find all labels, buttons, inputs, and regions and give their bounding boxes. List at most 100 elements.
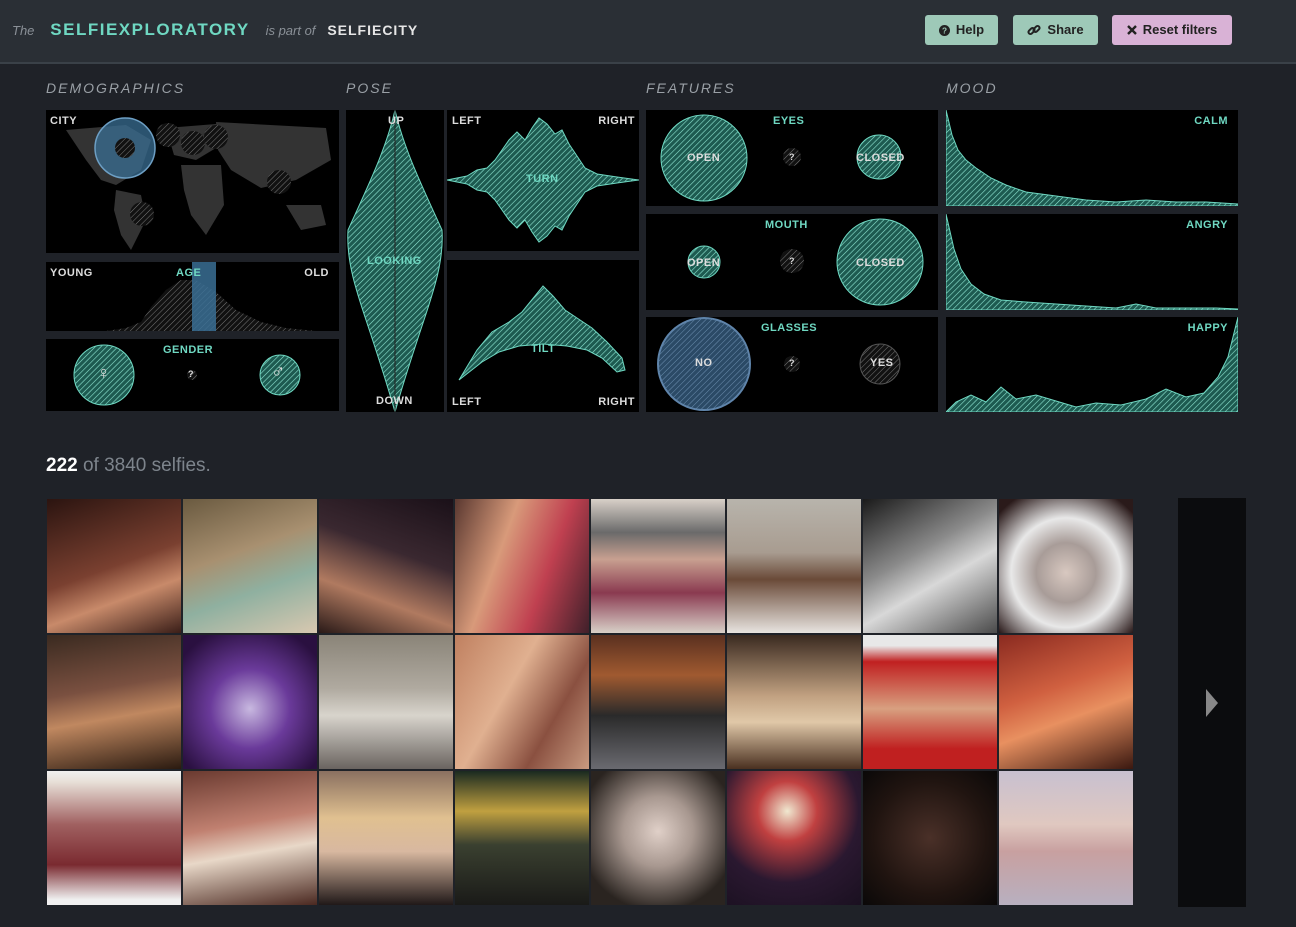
city-filter[interactable]: CITY [46, 110, 339, 253]
eyes-unknown-label: ? [789, 152, 795, 162]
help-button[interactable]: ? Help [925, 15, 998, 45]
happy-filter[interactable]: HAPPY [946, 317, 1238, 412]
eyes-open-label: OPEN [687, 152, 721, 164]
brand: The SELFIEXPLORATORY is part of SELFIECI… [12, 20, 418, 40]
selfie-thumbnail[interactable] [998, 770, 1134, 906]
selfie-thumbnail[interactable] [182, 634, 318, 770]
selfie-thumbnail[interactable] [590, 770, 726, 906]
gender-title: GENDER [163, 344, 214, 356]
age-old-label: OLD [304, 267, 329, 279]
female-symbol: ♀ [97, 363, 111, 383]
city-bubble[interactable] [115, 138, 135, 158]
parent-name-link[interactable]: SELFIECITY [327, 22, 418, 38]
city-label: CITY [50, 115, 78, 127]
age-young-label: YOUNG [50, 267, 93, 279]
city-bubble[interactable] [156, 123, 180, 147]
tilt-title: TILT [531, 343, 556, 355]
chevron-right-icon [1206, 688, 1218, 717]
angry-filter[interactable]: ANGRY [946, 214, 1238, 310]
age-title: AGE [176, 267, 202, 279]
city-bubble[interactable] [204, 125, 228, 149]
selfie-thumbnail[interactable] [454, 634, 590, 770]
glasses-unknown-label: ? [789, 358, 795, 368]
turn-right-label: RIGHT [598, 115, 635, 127]
selfie-thumbnail[interactable] [998, 634, 1134, 770]
question-circle-icon: ? [938, 24, 950, 36]
city-bubble[interactable] [267, 170, 291, 194]
result-count: 222 of 3840 selfies. [46, 455, 211, 477]
result-total: of 3840 selfies. [82, 455, 211, 476]
top-bar: The SELFIEXPLORATORY is part of SELFIECI… [0, 0, 1296, 64]
app-name[interactable]: SELFIEXPLORATORY [50, 20, 249, 39]
tilt-distribution [458, 285, 626, 381]
happy-title: HAPPY [1187, 322, 1228, 334]
brand-the: The [12, 23, 35, 38]
glasses-no-label: NO [695, 357, 713, 369]
angry-title: ANGRY [1186, 219, 1228, 231]
section-pose: POSE [346, 80, 393, 96]
calm-title: CALM [1194, 115, 1228, 127]
selfie-thumbnail[interactable] [46, 770, 182, 906]
turn-filter[interactable]: LEFT TURN RIGHT [447, 110, 639, 251]
mouth-closed-label: CLOSED [856, 257, 905, 269]
selfie-thumbnail[interactable] [726, 498, 862, 634]
reset-filters-button[interactable]: Reset filters [1112, 15, 1232, 45]
looking-title: LOOKING [367, 255, 422, 267]
selfie-thumbnail[interactable] [46, 498, 182, 634]
reset-label: Reset filters [1142, 22, 1218, 37]
looking-down-label: DOWN [376, 395, 413, 407]
next-page-button[interactable] [1178, 498, 1246, 907]
section-features: FEATURES [646, 80, 736, 96]
turn-left-label: LEFT [452, 115, 482, 127]
male-symbol: ♂ [271, 362, 286, 383]
tilt-right-label: RIGHT [598, 396, 635, 408]
selfie-thumbnail[interactable] [590, 498, 726, 634]
section-demographics: DEMOGRAPHICS [46, 80, 186, 96]
svg-text:?: ? [942, 26, 947, 35]
selfie-thumbnail[interactable] [318, 770, 454, 906]
share-button[interactable]: Share [1013, 15, 1098, 45]
mouth-title: MOUTH [765, 219, 808, 231]
brand-part-of: is part of [265, 23, 316, 38]
glasses-filter[interactable]: GLASSES NO ? YES [646, 317, 938, 412]
glasses-title: GLASSES [761, 322, 818, 334]
age-filter[interactable]: YOUNG AGE OLD [46, 262, 339, 331]
mouth-open-label: OPEN [687, 257, 721, 269]
eyes-filter[interactable]: EYES OPEN ? CLOSED [646, 110, 938, 206]
tilt-filter[interactable]: TILT LEFT RIGHT [447, 260, 639, 412]
selfie-thumbnail[interactable] [862, 770, 998, 906]
result-shown: 222 [46, 455, 78, 476]
selfie-thumbnail[interactable] [182, 770, 318, 906]
mouth-filter[interactable]: MOUTH OPEN ? CLOSED [646, 214, 938, 310]
mouth-unknown-label: ? [789, 256, 795, 266]
selfie-thumbnail[interactable] [182, 498, 318, 634]
link-icon [1027, 24, 1041, 36]
share-label: Share [1047, 22, 1084, 37]
world-map [66, 117, 331, 250]
selfie-thumbnail[interactable] [454, 498, 590, 634]
selfie-thumbnail[interactable] [726, 634, 862, 770]
city-bubble[interactable] [130, 202, 154, 226]
looking-up-label: UP [388, 115, 405, 127]
selfie-thumbnail[interactable] [318, 498, 454, 634]
selfie-thumbnail[interactable] [318, 634, 454, 770]
section-mood: MOOD [946, 80, 998, 96]
calm-filter[interactable]: CALM [946, 110, 1238, 206]
looking-filter[interactable]: UP LOOKING DOWN [346, 110, 444, 412]
city-bubble[interactable] [181, 131, 205, 155]
selfie-thumbnail[interactable] [998, 498, 1134, 634]
eyes-closed-label: CLOSED [856, 152, 905, 164]
selfie-thumbnail[interactable] [46, 634, 182, 770]
selfie-thumbnail[interactable] [590, 634, 726, 770]
selfie-thumbnail[interactable] [454, 770, 590, 906]
eyes-title: EYES [773, 115, 805, 127]
selfie-thumbnail[interactable] [862, 498, 998, 634]
gender-unknown-symbol: ? [188, 369, 194, 379]
turn-title: TURN [526, 173, 559, 185]
gender-filter[interactable]: GENDER ♀ ? ♂ [46, 339, 339, 411]
help-label: Help [955, 22, 985, 37]
selfie-thumbnail[interactable] [726, 770, 862, 906]
selfie-thumbnail[interactable] [862, 634, 998, 770]
tilt-left-label: LEFT [452, 396, 482, 408]
glasses-yes-label: YES [870, 357, 894, 369]
